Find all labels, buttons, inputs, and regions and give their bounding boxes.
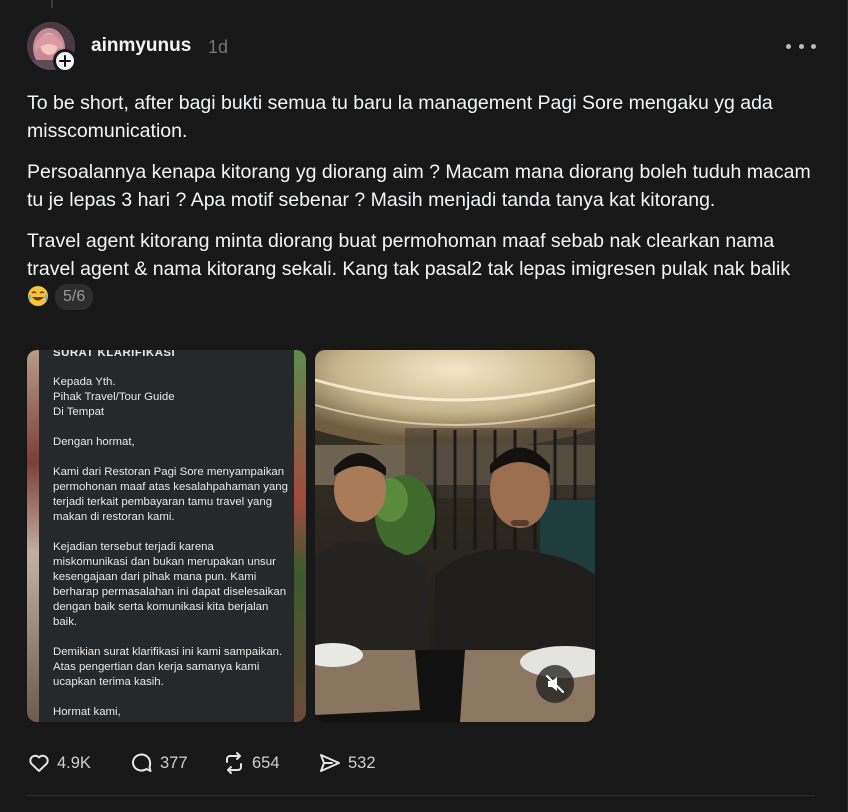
- letter-line: dengan baik serta komunikasi kita berjal…: [53, 601, 269, 613]
- reply-count: 377: [160, 753, 188, 772]
- repost-button[interactable]: 654: [222, 751, 318, 775]
- post-paragraph: Travel agent kitorang minta diorang buat…: [27, 227, 817, 311]
- action-bar: 4.9K 377 654 532: [27, 749, 376, 777]
- letter-line: berharap permasalahan ini dapat diselesa…: [53, 586, 287, 598]
- letter-line: miskomunikasi dan bukan merupakan unsur: [53, 556, 276, 568]
- follow-plus-icon[interactable]: [53, 49, 77, 73]
- letter-line: baik.: [53, 616, 78, 628]
- post-divider: [27, 795, 815, 796]
- letter-line: ucapkan terima kasih.: [53, 676, 164, 688]
- clarification-letter-image[interactable]: SURAT KLARIFIKASI Kepada Yth. Pihak Trav…: [27, 350, 306, 722]
- share-count: 532: [348, 753, 376, 772]
- image-edge-left: [27, 350, 39, 722]
- post-paragraph: Persoalannya kenapa kitorang yg diorang …: [27, 161, 811, 211]
- avatar[interactable]: [27, 22, 77, 73]
- letter-paragraph: Kejadian tersebut terjadi karena miskomu…: [53, 540, 293, 630]
- letter-line: Kepada Yth.: [53, 376, 116, 388]
- like-count: 4.9K: [57, 753, 91, 772]
- letter-line: terjadi terkait pembayaran tamu travel y…: [53, 496, 273, 508]
- letter-line: Di Tempat: [53, 406, 105, 418]
- video-thumbnail[interactable]: [315, 350, 595, 722]
- letter-paragraph: Kami dari Restoran Pagi Sore menyampaika…: [53, 465, 293, 525]
- letter-line: Kejadian tersebut terjadi karena: [53, 541, 214, 553]
- more-options-icon[interactable]: [786, 36, 816, 56]
- thread-pager: 5/6: [55, 284, 94, 310]
- letter-line: Demikian surat klarifikasi ini kami samp…: [53, 646, 283, 658]
- repost-count: 654: [252, 753, 280, 772]
- share-button[interactable]: 532: [318, 751, 376, 775]
- post-paragraph-text: Travel agent kitorang minta diorang buat…: [27, 230, 791, 280]
- letter-line: permohonan maaf atas kesalahpahaman yang: [53, 481, 288, 493]
- post-timestamp[interactable]: 1d: [208, 37, 228, 58]
- heart-icon: [29, 754, 49, 772]
- letter-line: makan di restoran kami.: [53, 511, 175, 523]
- letter-text: SURAT KLARIFIKASI Kepada Yth. Pihak Trav…: [53, 350, 293, 720]
- username[interactable]: ainmyunus: [91, 35, 191, 57]
- thread-post: ainmyunus 1d To be short, after bagi buk…: [0, 0, 848, 812]
- letter-paragraph: Demikian surat klarifikasi ini kami samp…: [53, 645, 293, 690]
- comment-icon: [132, 753, 152, 772]
- letter-sheet: SURAT KLARIFIKASI Kepada Yth. Pihak Trav…: [39, 350, 294, 722]
- image-edge-right: [294, 350, 306, 722]
- letter-heading: SURAT KLARIFIKASI: [53, 350, 176, 358]
- letter-line: kesengajaan dari pihak mana pun. Kami: [53, 571, 257, 583]
- reply-button[interactable]: 377: [130, 751, 222, 775]
- letter-line: Kami dari Restoran Pagi Sore menyampaika…: [53, 466, 285, 478]
- like-button[interactable]: 4.9K: [27, 751, 130, 775]
- laughing-tears-emoji-icon: [28, 286, 48, 306]
- post-body: To be short, after bagi bukti semua tu b…: [27, 89, 817, 324]
- letter-line: Pihak Travel/Tour Guide: [53, 391, 175, 403]
- letter-line: Atas pengertian dan kerja samanya kami: [53, 661, 260, 673]
- thread-connector-line: [51, 0, 53, 8]
- post-paragraph: To be short, after bagi bukti semua tu b…: [27, 92, 773, 142]
- repost-icon: [226, 752, 242, 774]
- send-icon: [320, 754, 340, 772]
- letter-greeting: Dengan hormat,: [53, 436, 135, 448]
- letter-closing: Hormat kami,: [53, 706, 121, 718]
- letter-address: Kepada Yth. Pihak Travel/Tour Guide Di T…: [53, 375, 293, 420]
- speaker-muted-icon[interactable]: [536, 665, 574, 703]
